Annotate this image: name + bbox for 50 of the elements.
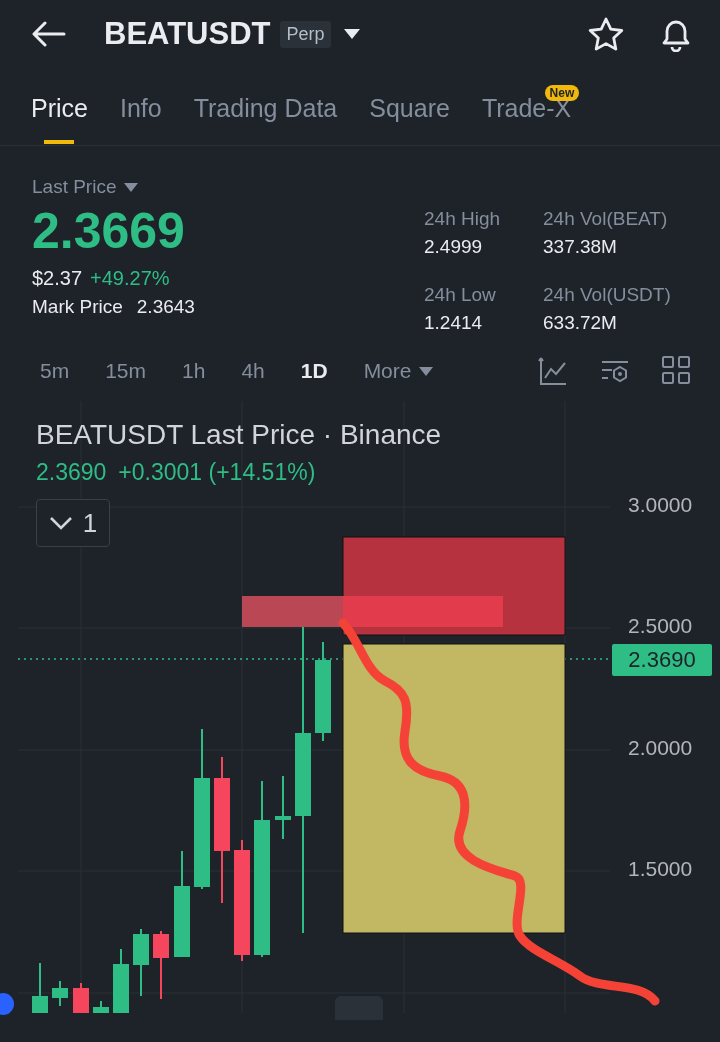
interval-tab[interactable]: 1D xyxy=(300,359,328,383)
mark-price: 2.3643 xyxy=(136,296,195,318)
candlestick xyxy=(73,982,89,1013)
last-price-label[interactable]: Last Price xyxy=(32,176,117,198)
stat-value: 2.4999 xyxy=(424,236,484,258)
last-price: 2.3669 xyxy=(32,204,186,259)
candlestick xyxy=(32,962,48,1013)
candlestick xyxy=(153,930,169,1000)
tab[interactable]: Trading Data xyxy=(193,68,338,145)
usd-price: $2.37 xyxy=(32,267,83,290)
candlestick xyxy=(113,948,129,1013)
caret-icon[interactable] xyxy=(342,28,361,40)
price-axis-label: 2.0000 xyxy=(628,736,693,760)
interval-tab[interactable]: 4h xyxy=(241,359,265,383)
interval-tab[interactable]: 5m xyxy=(40,359,70,383)
price-change: +49.27% xyxy=(90,267,170,290)
back-arrow-icon[interactable] xyxy=(32,21,66,47)
chart-change: +0.3001 (+14.51%) xyxy=(118,459,316,486)
star-icon[interactable] xyxy=(588,17,624,51)
interval-tab[interactable]: 1h xyxy=(182,359,206,383)
collapse-button[interactable]: 1 xyxy=(36,499,110,547)
stat-label: 24h Low xyxy=(424,283,497,306)
contract-type-tag: Perp xyxy=(280,20,331,48)
interval-tab[interactable]: 15m xyxy=(105,359,147,383)
price-axis-label: 2.5000 xyxy=(628,614,693,638)
grid-layout-icon[interactable] xyxy=(662,356,690,384)
stat-label: 24h Vol(BEAT) xyxy=(543,208,669,230)
symbol-title: BEATUSDT xyxy=(104,16,271,52)
chart-title: BEATUSDT Last Price · Binance xyxy=(36,419,442,451)
candlestick xyxy=(93,1000,109,1013)
stat-label: 24h Vol(USDT) xyxy=(543,283,672,306)
line-chart-icon[interactable] xyxy=(538,356,568,386)
tab[interactable]: Square xyxy=(369,68,450,145)
stat-value: 1.2414 xyxy=(424,311,484,334)
mark-price-label: Mark Price xyxy=(32,296,123,318)
tab[interactable]: Info xyxy=(119,68,162,145)
candlestick xyxy=(275,775,291,840)
chart-price: 2.3690 xyxy=(36,459,107,486)
stat-value: 633.72M xyxy=(543,311,618,334)
stat-value: 337.38M xyxy=(543,236,618,258)
price-axis-label: 1.5000 xyxy=(628,857,693,881)
stat-label: 24h High xyxy=(424,208,502,230)
new-badge: New xyxy=(544,85,580,101)
price-axis-label: 3.0000 xyxy=(628,493,693,517)
more-dropdown[interactable]: More xyxy=(363,359,412,383)
candlestick xyxy=(52,980,68,1007)
candlestick xyxy=(133,928,149,997)
chevron-down-icon xyxy=(48,516,73,530)
current-price-tag: 2.3690 xyxy=(612,644,712,676)
tab[interactable]: Price xyxy=(31,68,88,145)
